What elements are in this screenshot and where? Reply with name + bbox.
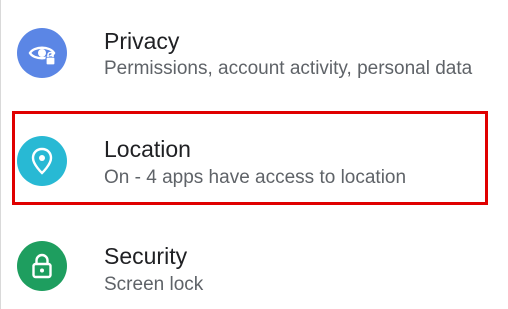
security-subtitle: Screen lock — [104, 274, 204, 295]
location-pin-icon — [17, 136, 67, 186]
location-title: Location — [104, 136, 191, 162]
privacy-title: Privacy — [104, 28, 180, 54]
settings-screen: Privacy Permissions, account activity, p… — [0, 0, 508, 309]
settings-item-location[interactable]: Location On - 4 apps have access to loca… — [0, 104, 508, 204]
settings-item-security[interactable]: Security Screen lock — [0, 210, 508, 309]
privacy-eye-lock-icon — [17, 28, 67, 78]
security-title: Security — [104, 243, 188, 269]
location-subtitle: On - 4 apps have access to location — [104, 167, 407, 188]
privacy-subtitle: Permissions, account activity, personal … — [104, 58, 473, 79]
lock-icon — [17, 241, 67, 291]
settings-item-privacy[interactable]: Privacy Permissions, account activity, p… — [0, 0, 508, 100]
